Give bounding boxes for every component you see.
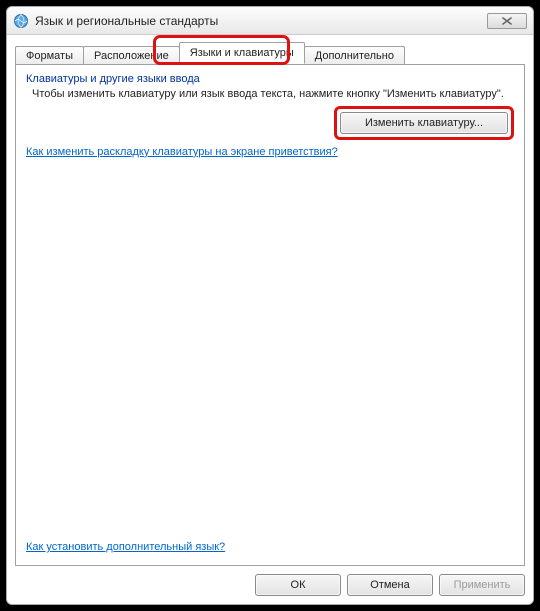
client-area: Форматы Расположение Языки и клавиатуры …: [7, 35, 533, 604]
titlebar[interactable]: Язык и региональные стандарты: [7, 7, 533, 35]
close-icon: [502, 17, 512, 25]
tab-advanced[interactable]: Дополнительно: [304, 46, 405, 65]
ok-button[interactable]: ОК: [255, 574, 341, 596]
group-body: Чтобы изменить клавиатуру или язык ввода…: [26, 85, 514, 134]
tab-formats[interactable]: Форматы: [15, 46, 84, 65]
dialog-footer: ОК Отмена Применить: [15, 566, 525, 596]
change-keyboard-button[interactable]: Изменить клавиатуру...: [340, 112, 508, 134]
apply-button[interactable]: Применить: [439, 574, 525, 596]
group-description: Чтобы изменить клавиатуру или язык ввода…: [32, 87, 508, 102]
tab-keyboards-languages[interactable]: Языки и клавиатуры: [179, 42, 305, 64]
group-title: Клавиатуры и другие языки ввода: [26, 73, 514, 85]
link-install-language[interactable]: Как установить дополнительный язык?: [26, 541, 225, 553]
tab-location[interactable]: Расположение: [83, 46, 180, 65]
cancel-button[interactable]: Отмена: [347, 574, 433, 596]
globe-icon: [13, 13, 29, 29]
tabstrip: Форматы Расположение Языки и клавиатуры …: [15, 41, 525, 64]
close-button[interactable]: [487, 13, 527, 29]
window-title: Язык и региональные стандарты: [35, 14, 487, 28]
link-welcome-screen-layout[interactable]: Как изменить раскладку клавиатуры на экр…: [26, 146, 338, 158]
dialog-window: Язык и региональные стандарты Форматы Ра…: [6, 6, 534, 605]
change-keyboard-row: Изменить клавиатуру...: [32, 112, 508, 134]
tab-pane: Клавиатуры и другие языки ввода Чтобы из…: [15, 64, 525, 566]
